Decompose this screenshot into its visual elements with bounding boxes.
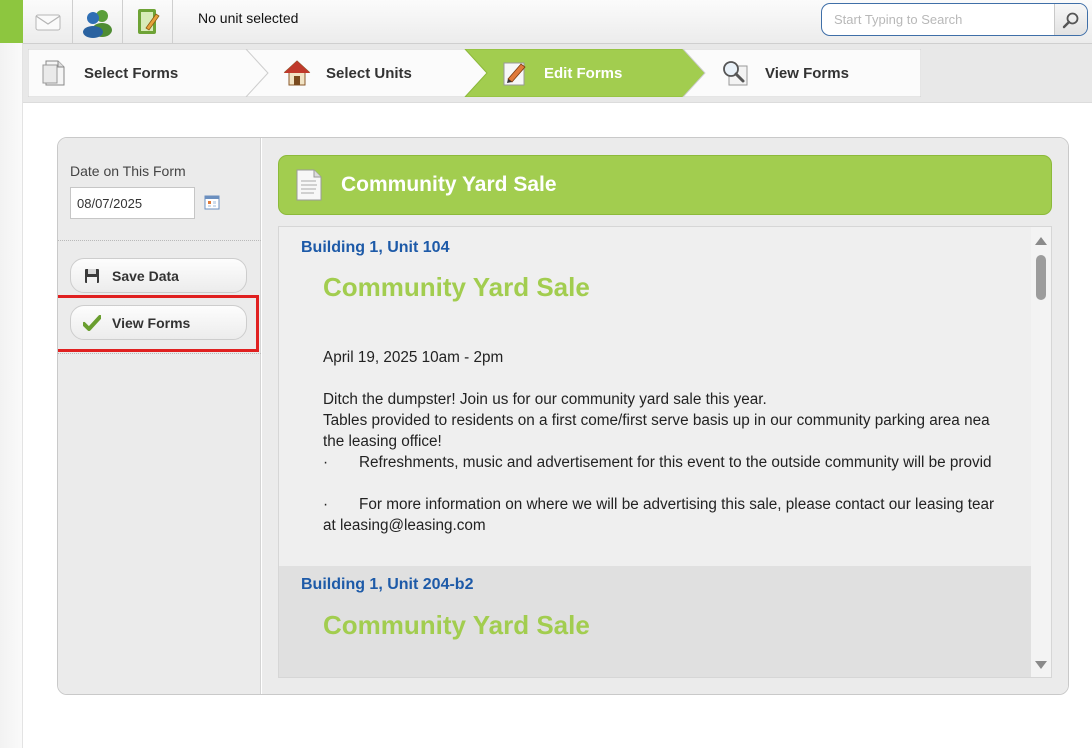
bullet-text: For more information on where we will be…	[359, 496, 995, 513]
date-field[interactable]	[70, 187, 195, 219]
wizard-step-label: Select Units	[326, 64, 412, 82]
record-form-body: April 19, 2025 10am - 2pm Ditch the dump…	[323, 347, 1013, 536]
body-line: Ditch the dumpster! Join us for our comm…	[323, 391, 767, 408]
body-line: Tables provided to residents on a first …	[323, 412, 990, 429]
view-forms-highlight-box	[58, 295, 259, 352]
unit-title: Building 1, Unit 104	[301, 239, 450, 256]
wizard-step-edit-forms[interactable]: Edit Forms	[500, 49, 622, 97]
bullet-text: Refreshments, music and advertisement fo…	[359, 454, 992, 471]
wizard-step-select-forms[interactable]: Select Forms	[40, 49, 178, 97]
form-content: Community Yard Sale Building 1, Unit 104…	[262, 138, 1068, 694]
search-icon	[1062, 12, 1079, 28]
document-icon	[40, 58, 70, 88]
wizard-step-view-forms[interactable]: View Forms	[721, 49, 849, 97]
search-input[interactable]	[822, 4, 1054, 35]
record-form-title: Community Yard Sale	[323, 610, 590, 640]
mail-icon-button[interactable]	[23, 0, 73, 44]
save-data-button[interactable]: Save Data	[70, 258, 247, 293]
mail-icon	[35, 14, 60, 31]
wizard-step-label: Select Forms	[84, 64, 179, 82]
date-label: Date on This Form	[70, 163, 186, 179]
record-form-title: Community Yard Sale	[323, 272, 590, 302]
unit-form-record: Building 1, Unit 204-b2 Community Yard S…	[279, 566, 1031, 677]
wizard-step-label: View Forms	[765, 64, 849, 82]
floppy-disk-icon	[83, 267, 101, 285]
wizard-step-select-units[interactable]: Select Units	[282, 49, 412, 97]
wizard-step-bar: Select Forms Select Units Edit Forms Vie…	[23, 44, 1092, 103]
notebook-icon	[137, 9, 160, 34]
pencil-icon	[500, 58, 530, 88]
sidebar-divider	[58, 353, 261, 354]
search-button[interactable]	[1054, 4, 1087, 35]
magnifier-icon	[721, 58, 751, 88]
form-document-icon	[296, 169, 322, 201]
bullet-mark: ·	[323, 454, 329, 471]
notebook-icon-button[interactable]	[123, 0, 173, 44]
bullet-mark: ·	[323, 496, 329, 513]
calendar-icon[interactable]	[204, 194, 220, 210]
scroll-up-arrow-icon[interactable]	[1035, 237, 1047, 245]
bullet-item: · For more information on where we will b…	[323, 494, 1013, 515]
wizard-steps: Select Forms Select Units Edit Forms Vie…	[28, 49, 921, 97]
vertical-scrollbar[interactable]	[1031, 227, 1051, 677]
left-accent-green	[0, 0, 23, 43]
scroll-down-arrow-icon[interactable]	[1035, 661, 1047, 669]
bullet-item: · Refreshments, music and advertisement f…	[323, 452, 1013, 473]
house-icon	[282, 58, 312, 88]
users-icon	[82, 10, 112, 38]
form-header-title: Community Yard Sale	[341, 173, 557, 196]
event-date-line: April 19, 2025 10am - 2pm	[323, 349, 504, 366]
form-header: Community Yard Sale	[278, 155, 1052, 215]
body-line: at leasing@leasing.com	[323, 517, 486, 534]
sidebar-divider	[58, 240, 261, 241]
app-page: No unit selected Start Typing to Search …	[0, 0, 1092, 748]
selected-unit-status: No unit selected	[198, 10, 299, 26]
unit-title: Building 1, Unit 204-b2	[301, 576, 474, 593]
top-bar: No unit selected	[23, 0, 1092, 44]
form-sidebar: Date on This Form Save Data View Forms	[58, 138, 261, 694]
wizard-step-label: Edit Forms	[544, 64, 623, 82]
users-icon-button[interactable]	[73, 0, 123, 44]
form-preview-scroll-area[interactable]: Building 1, Unit 104 Community Yard Sale…	[278, 226, 1052, 678]
left-accent-strip	[0, 0, 23, 748]
search-box	[821, 3, 1088, 36]
unit-form-record: Building 1, Unit 104 Community Yard Sale…	[279, 227, 1031, 566]
body-line: the leasing office!	[323, 433, 442, 450]
main-panel: Date on This Form Save Data View Forms	[57, 137, 1069, 695]
scroll-thumb[interactable]	[1036, 255, 1046, 300]
save-data-label: Save Data	[112, 267, 179, 284]
